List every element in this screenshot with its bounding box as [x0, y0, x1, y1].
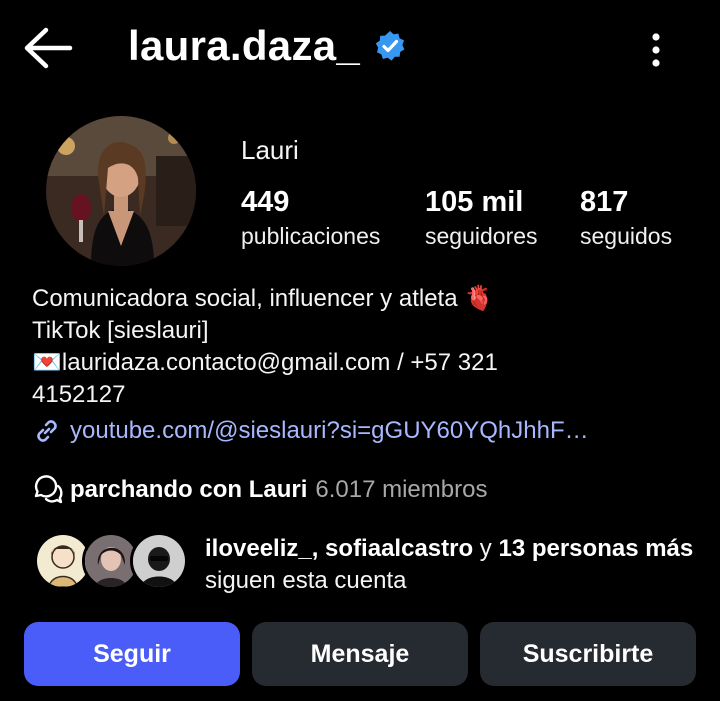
message-button[interactable]: Mensaje: [252, 622, 468, 686]
bio-line: 💌lauridaza.contacto@gmail.com / +57 321: [32, 349, 498, 376]
bio-link-text[interactable]: youtube.com/@sieslauri?si=gGUY60YQhJhhF…: [70, 417, 589, 445]
channel-members: 6.017 miembros: [315, 476, 488, 503]
more-vertical-icon[interactable]: [640, 30, 672, 70]
posts-count: 449: [241, 186, 290, 218]
profile-avatar[interactable]: [46, 116, 196, 266]
username: laura.daza_: [128, 22, 361, 69]
mutual-names: iloveeliz_, sofiaalcastro: [205, 535, 474, 562]
mutual-followers-text[interactable]: iloveeliz_, sofiaalcastro y 13 personas …: [205, 533, 705, 597]
username-container: laura.daza_: [128, 22, 406, 70]
mutual-others: 13 personas más: [498, 535, 694, 562]
stat-posts[interactable]: 449 publicaciones: [241, 185, 380, 253]
mutual-followers-avatars[interactable]: [34, 532, 188, 592]
stat-followers[interactable]: 105 mil seguidores: [425, 185, 538, 253]
verified-badge-icon: [375, 31, 405, 61]
channel-name: parchando con Lauri: [70, 476, 308, 503]
broadcast-channel[interactable]: parchando con Lauri 6.017 miembros: [32, 474, 487, 506]
bio-link[interactable]: youtube.com/@sieslauri?si=gGUY60YQhJhhF…: [32, 416, 692, 446]
avatar-image: [46, 116, 196, 266]
mutual-connector: y: [473, 535, 499, 562]
following-count: 817: [580, 186, 629, 218]
bio-line: 4152127: [32, 381, 126, 408]
follow-button[interactable]: Seguir: [24, 622, 240, 686]
bio-line: TikTok [sieslauri]: [32, 317, 209, 344]
channel-chat-icon: [34, 475, 63, 504]
followers-label: seguidores: [425, 223, 538, 249]
stat-following[interactable]: 817 seguidos: [580, 185, 672, 253]
display-name: Lauri: [241, 135, 299, 165]
bio-line: Comunicadora social, influencer y atleta…: [32, 285, 495, 312]
mutual-suffix: siguen esta cuenta: [205, 567, 407, 594]
link-icon: [37, 420, 57, 442]
followers-count: 105 mil: [425, 186, 524, 218]
bio: Comunicadora social, influencer y atleta…: [32, 283, 692, 411]
posts-label: publicaciones: [241, 223, 381, 249]
profile-actions: Seguir Mensaje Suscribirte: [24, 622, 696, 686]
mutual-avatar: [130, 532, 188, 590]
subscribe-button[interactable]: Suscribirte: [480, 622, 696, 686]
profile-header: laura.daza_: [0, 0, 720, 100]
following-label: seguidos: [580, 223, 673, 249]
arrow-left-icon[interactable]: [22, 26, 74, 70]
